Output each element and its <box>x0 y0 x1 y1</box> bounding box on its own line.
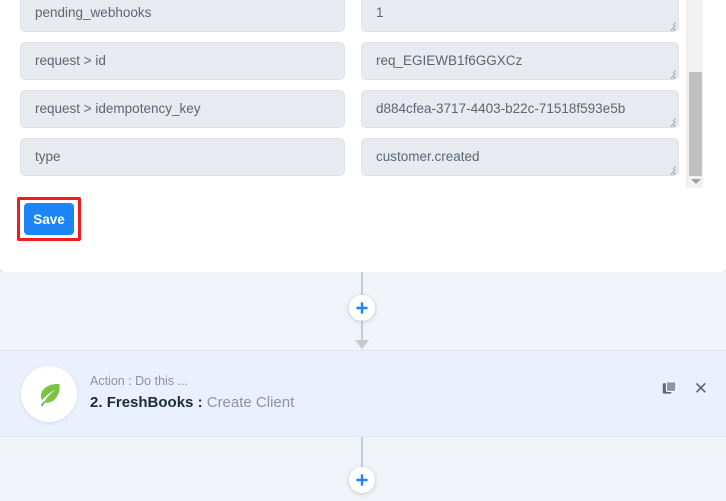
action-card-subtitle: Action : Do this ... <box>90 374 188 388</box>
add-step-button-top[interactable] <box>349 295 375 321</box>
payload-row-1: request > id req_EGIEWB1f6GGXCz <box>0 42 684 80</box>
payload-row-0: pending_webhooks 1 <box>0 0 684 32</box>
payload-row-3: type customer.created <box>0 138 684 176</box>
action-card-text: Action : Do this ... 2. FreshBooks : Cre… <box>90 373 294 413</box>
scrollbar-thumb[interactable] <box>689 72 702 176</box>
payload-fields-list: pending_webhooks 1 request > id req_EGIE… <box>0 0 684 194</box>
payload-key-3: type <box>20 138 345 176</box>
connector-line-mid <box>361 320 363 342</box>
payload-value-3[interactable]: customer.created <box>361 138 679 176</box>
payload-scrollbar[interactable] <box>686 0 703 188</box>
workflow-editor-screen: pending_webhooks 1 request > id req_EGIE… <box>0 0 726 501</box>
duplicate-icon <box>662 381 677 394</box>
payload-key-0: pending_webhooks <box>20 0 345 32</box>
plus-icon <box>356 474 368 486</box>
payload-value-1[interactable]: req_EGIEWB1f6GGXCz <box>361 42 679 80</box>
avatar <box>21 366 77 422</box>
save-button[interactable]: Save <box>24 203 74 235</box>
payload-value-0[interactable]: 1 <box>361 0 679 32</box>
action-operation-name: Create Client <box>206 394 295 411</box>
action-app-name: FreshBooks <box>106 394 194 411</box>
connector-arrowhead-icon <box>355 340 369 349</box>
textarea-resize-grip-icon[interactable] <box>665 19 676 31</box>
action-card-title: 2. FreshBooks : Create Client <box>90 393 294 413</box>
payload-value-2[interactable]: d884cfea-3717-4403-b22c-71518f593e5b <box>361 90 679 128</box>
add-step-button-bottom[interactable] <box>349 467 375 493</box>
payload-key-2: request > idempotency_key <box>20 90 345 128</box>
leaf-icon <box>40 384 60 407</box>
action-step-card[interactable]: Action : Do this ... 2. FreshBooks : Cre… <box>0 350 726 437</box>
scrollbar-down-arrow-icon[interactable] <box>687 174 704 188</box>
payload-row-2: request > idempotency_key d884cfea-3717-… <box>0 90 684 128</box>
action-step-number: 2. <box>90 394 103 411</box>
close-step-button[interactable]: ✕ <box>694 380 708 397</box>
textarea-resize-grip-icon[interactable] <box>665 163 676 175</box>
textarea-resize-grip-icon[interactable] <box>665 115 676 127</box>
payload-key-1: request > id <box>20 42 345 80</box>
plus-icon <box>356 302 368 314</box>
webhook-payload-form-panel: pending_webhooks 1 request > id req_EGIE… <box>0 0 726 272</box>
duplicate-step-button[interactable] <box>662 381 677 396</box>
workflow-canvas: Action : Do this ... 2. FreshBooks : Cre… <box>0 272 726 501</box>
textarea-resize-grip-icon[interactable] <box>665 67 676 79</box>
connector-line-bottom <box>361 437 363 469</box>
action-card-controls: ✕ <box>662 380 708 397</box>
action-title-separator: : <box>197 394 203 411</box>
